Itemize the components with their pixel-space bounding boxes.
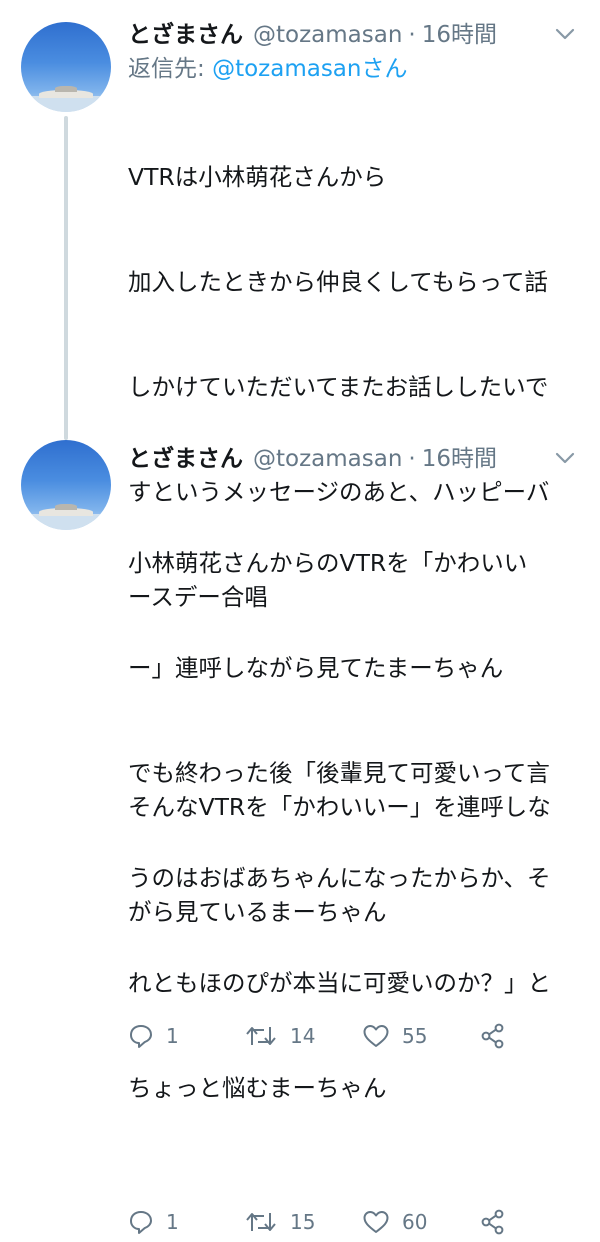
tweet-actions: 1 15 60 [128,1202,580,1242]
display-name[interactable]: とざまさん [128,18,243,52]
separator-dot: · [408,22,416,48]
user-handle[interactable]: @tozamasan [253,18,402,52]
retweet-button[interactable]: 15 [244,1209,362,1235]
like-icon [363,1211,389,1233]
display-name[interactable]: とざまさん [128,442,243,476]
retweet-count: 15 [290,1210,316,1234]
tweet-line: ちょっと悩むまーちゃん [128,1074,387,1102]
tweet-line: でも終わった後「後輩見て可愛いって言 [128,759,550,787]
retweet-icon [246,1213,276,1231]
reply-button[interactable]: 1 [128,1209,244,1235]
tweet-2[interactable]: とざまさん @tozamasan · 16時間 小林萌花さんからのVTRを「かわ… [0,430,600,1235]
avatar-ground [21,96,111,112]
share-icon [481,1209,504,1235]
tweet-content: とざまさん @tozamasan · 16時間 小林萌花さんからのVTRを「かわ… [128,442,580,1242]
timestamp[interactable]: 16時間 [422,442,497,476]
separator-dot: · [408,446,416,472]
tweet-line: 加入したときから仲良くしてもらって話 [128,268,548,296]
user-handle[interactable]: @tozamasan [253,442,402,476]
avatar[interactable] [21,22,111,112]
avatar-roof [55,86,77,92]
tweet-line: ー」連呼しながら見てたまーちゃん [128,654,504,682]
reply-to-line: 返信先: @tozamasanさん [128,52,580,86]
tweet-header: とざまさん @tozamasan · 16時間 [128,442,580,476]
tweet-1[interactable]: とざまさん @tozamasan · 16時間 返信先: @tozamasanさ… [0,0,600,1049]
like-button[interactable]: 60 [362,1209,480,1235]
avatar-ground [21,514,111,530]
tweet-text: 小林萌花さんからのVTRを「かわいい ー」連呼しながら見てたまーちゃん でも終わ… [128,476,580,1176]
avatar[interactable] [21,440,111,530]
tweet-header: とざまさん @tozamasan · 16時間 [128,18,580,52]
tweet-line: VTRは小林萌花さんから [128,163,387,191]
share-button[interactable] [480,1209,506,1235]
tweet-line: 小林萌花さんからのVTRを「かわいい [128,549,528,577]
tweet-line: うのはおばあちゃんになったからか、そ [128,864,551,892]
chevron-down-icon[interactable] [554,26,576,42]
reply-to-handle[interactable]: @tozamasanさん [212,56,407,82]
thread-line [64,116,68,440]
reply-icon [130,1211,152,1234]
reply-count: 1 [166,1210,179,1234]
timestamp[interactable]: 16時間 [422,18,497,52]
avatar-roof [55,504,77,510]
tweet-line: れともほのぴが本当に可愛いのか？」と [128,969,551,997]
like-count: 60 [402,1210,428,1234]
reply-to-prefix: 返信先: [128,56,213,82]
tweet-line: しかけていただいてまたお話ししたいで [128,373,549,401]
chevron-down-icon[interactable] [554,450,576,466]
